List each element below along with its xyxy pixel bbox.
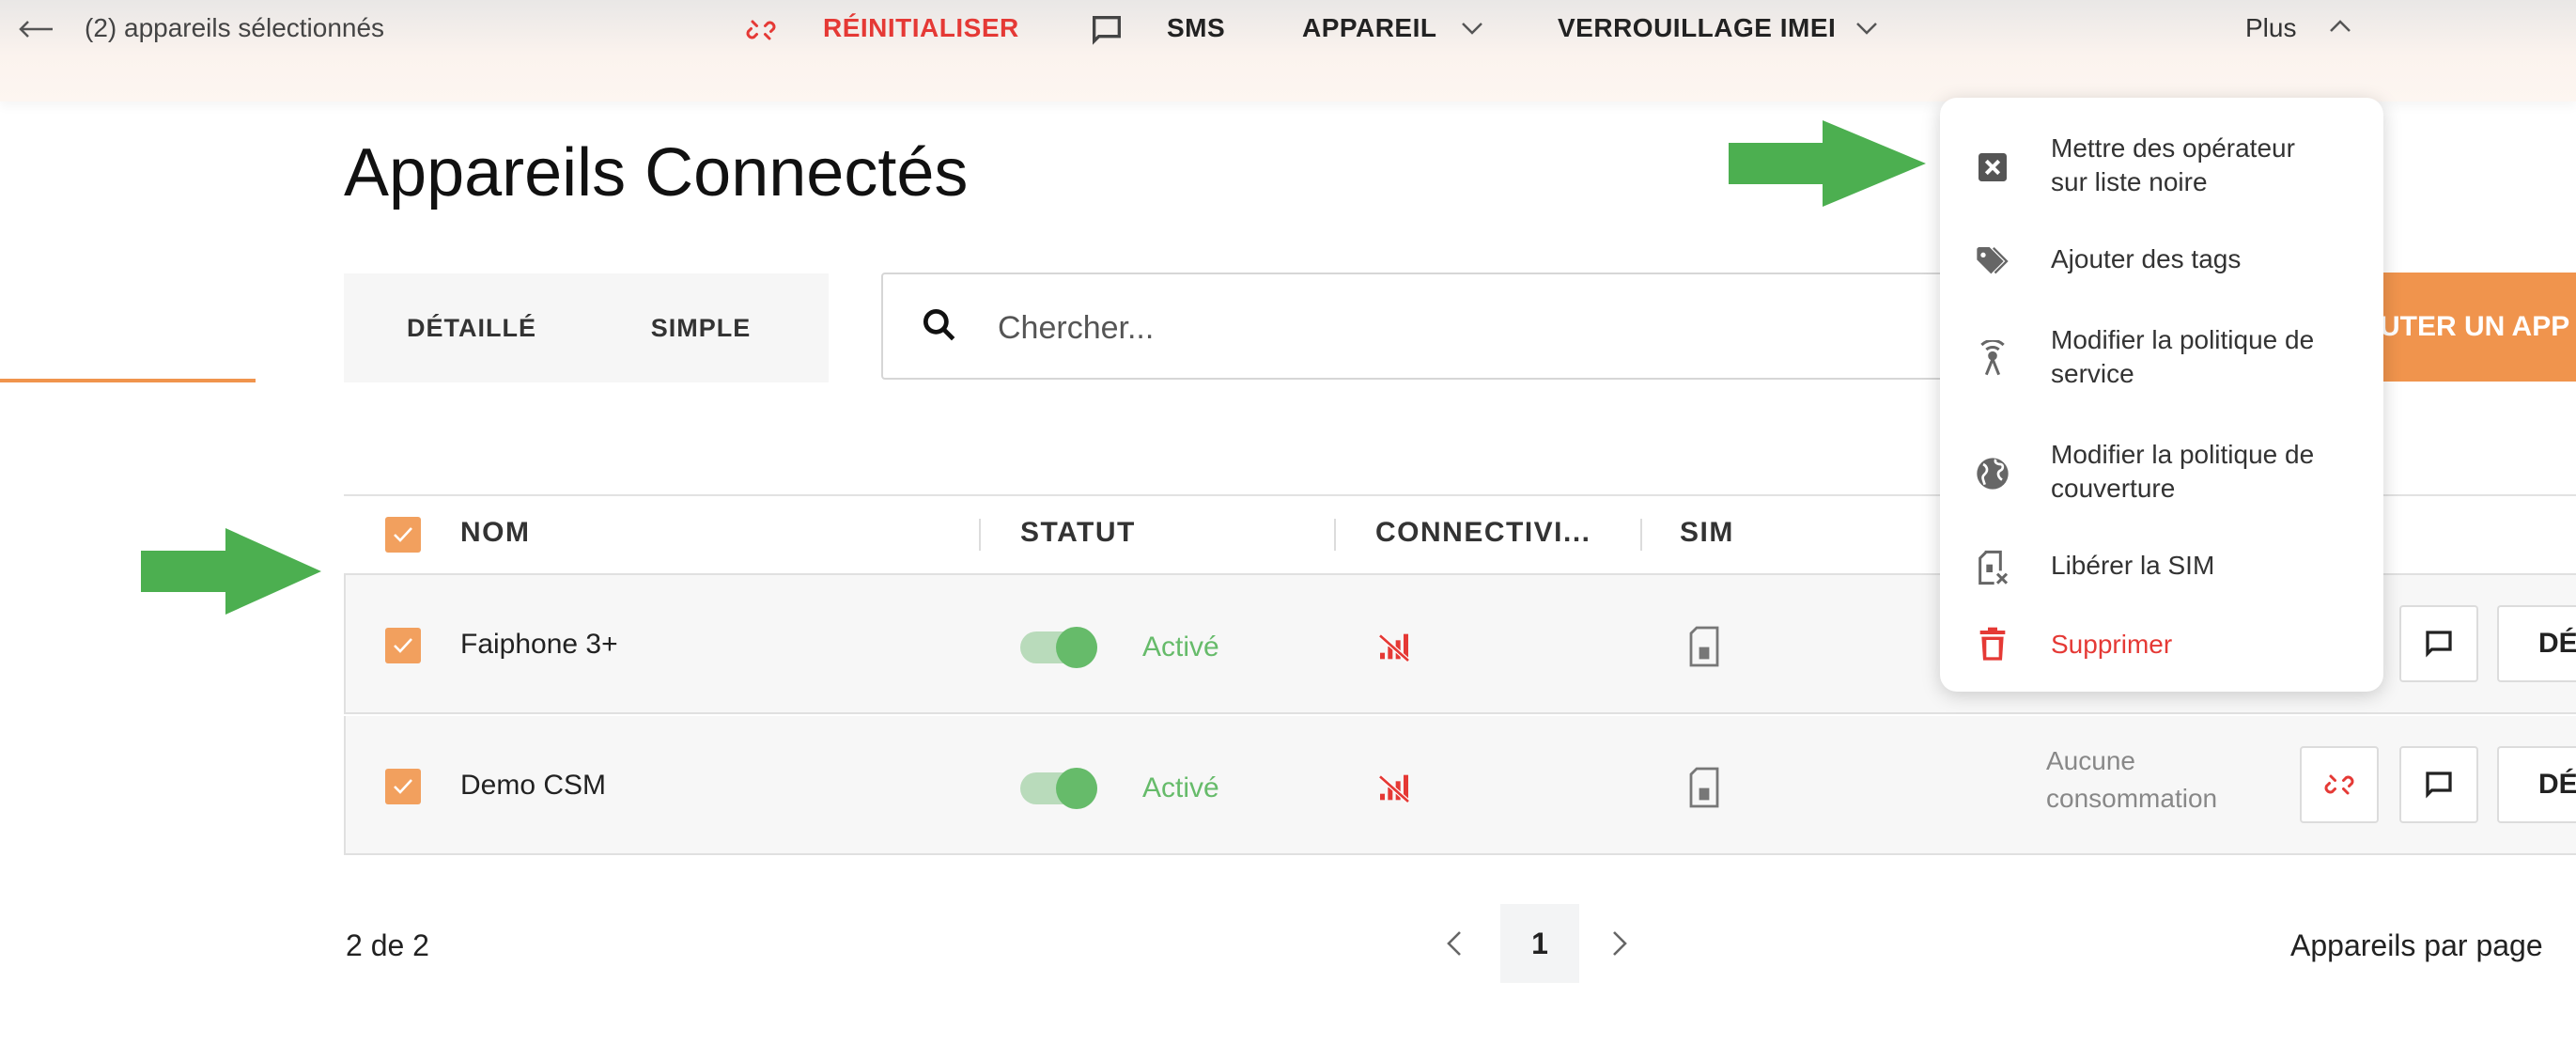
tab-detailed[interactable]: DÉTAILLÉ [344,273,599,382]
menu-item-label: service [2051,359,2134,388]
add-device-button[interactable]: UTER UN APP [2353,273,2576,382]
column-divider[interactable] [1640,519,1642,551]
unlink-button[interactable] [2300,746,2379,823]
status-toggle[interactable] [1020,627,1097,668]
menu-item-label: Modifier la politique de [2051,440,2315,469]
column-header-name[interactable]: NOM [460,517,531,549]
sim-card-icon [1687,626,1721,672]
table-row[interactable]: Demo CSM Activé Aucune consommation DÉ [344,716,2576,855]
menu-item-label: Libérer la SIM [2051,551,2215,580]
active-tab-indicator [0,379,256,382]
search-icon [919,304,960,351]
trash-icon [1974,626,2011,663]
column-header-sim[interactable]: SIM [1680,517,1734,549]
chevron-right-icon[interactable] [1605,925,1633,967]
chevron-up-icon[interactable] [2326,15,2354,42]
menu-item-label: Supprimer [2051,630,2173,659]
antenna-icon [1974,338,2011,378]
menu-item-label: Ajouter des tags [2051,244,2242,273]
send-message-button[interactable] [2399,746,2478,823]
device-menu-button[interactable]: APPAREIL [1302,11,1437,45]
page-title: Appareils Connectés [344,135,969,210]
reset-button[interactable]: RÉINITIALISER [823,11,1019,45]
back-arrow-icon[interactable] [17,15,54,48]
column-divider[interactable] [1334,519,1336,551]
unlink-icon[interactable] [744,13,778,52]
chevron-left-icon[interactable] [1441,925,1469,967]
selection-count-label: (2) appareils sélectionnés [85,13,385,42]
device-name[interactable]: Faiphone 3+ [460,628,618,662]
selection-toolbar: (2) appareils sélectionnés RÉINITIALISER… [0,0,2576,101]
details-button[interactable]: DÉ [2497,605,2576,682]
more-actions-menu: Mettre des opérateur sur liste noire Ajo… [1940,98,2383,692]
menu-item-label: Mettre des opérateur [2051,133,2295,163]
consumption-label: Aucune [2046,746,2135,775]
menu-item-label: sur liste noire [2051,167,2208,196]
menu-item-add-tags[interactable]: Ajouter des tags [1940,233,2383,289]
column-divider[interactable] [979,519,981,551]
chevron-down-icon[interactable] [1458,17,1486,44]
annotation-arrow-icon [1729,120,1926,207]
menu-item-delete[interactable]: Supprimer [1940,618,2383,675]
sim-card-icon [1687,767,1721,813]
column-header-connectivity[interactable]: CONNECTIVI... [1375,517,1591,549]
status-label: Activé [1142,631,1219,662]
search-input[interactable] [996,299,1845,357]
annotation-arrow-icon [141,528,321,615]
no-signal-icon [1375,769,1413,811]
results-count: 2 de 2 [346,928,429,962]
menu-item-service-policy[interactable]: Modifier la politique de service [1940,320,2383,398]
row-checkbox[interactable] [385,769,421,804]
details-button[interactable]: DÉ [2497,746,2576,823]
menu-item-blacklist-operators[interactable]: Mettre des opérateur sur liste noire [1940,128,2383,207]
more-menu-button[interactable]: Plus [2245,11,2296,45]
menu-item-label: Modifier la politique de [2051,325,2315,354]
tags-icon [1974,242,2011,280]
globe-icon [1974,455,2011,492]
per-page-label: Appareils par page [2290,928,2543,962]
page-number-button[interactable]: 1 [1500,904,1579,983]
menu-item-release-sim[interactable]: Libérer la SIM [1940,539,2383,596]
imei-lock-menu-button[interactable]: VERROUILLAGE IMEI [1558,11,1836,45]
blacklist-icon [1974,148,2011,186]
select-all-checkbox[interactable] [385,517,421,553]
message-icon[interactable] [1088,11,1125,54]
row-checkbox[interactable] [385,628,421,663]
no-signal-icon [1375,628,1413,670]
sms-button[interactable]: SMS [1167,11,1225,45]
chevron-down-icon[interactable] [1853,17,1881,44]
menu-item-coverage-policy[interactable]: Modifier la politique de couverture [1940,434,2383,513]
menu-item-label: couverture [2051,474,2176,503]
consumption-label: consommation [2046,784,2218,813]
view-tabs: DÉTAILLÉ SIMPLE [344,273,829,382]
device-name[interactable]: Demo CSM [460,769,606,803]
sim-release-icon [1974,549,2011,586]
tab-simple[interactable]: SIMPLE [599,273,802,382]
column-header-status[interactable]: STATUT [1020,517,1136,549]
send-message-button[interactable] [2399,605,2478,682]
status-label: Activé [1142,772,1219,803]
status-toggle[interactable] [1020,768,1097,809]
